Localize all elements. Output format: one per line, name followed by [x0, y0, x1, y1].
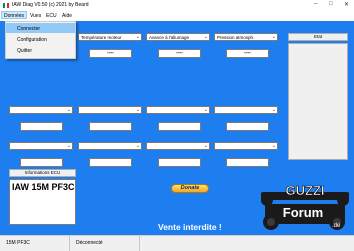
sensor-select-4[interactable]: Pression atmosph. ⌄ [214, 33, 278, 41]
sensor-select-11[interactable]: ⌄ [146, 142, 210, 150]
sensor-select-2[interactable]: Température moteur ⌄ [78, 33, 142, 41]
sensor-select-10[interactable]: ⌄ [78, 142, 142, 150]
menu-vues[interactable]: Vues [30, 13, 41, 19]
ecu-name: IAW 15M PF3C [12, 182, 75, 192]
close-icon[interactable]: ✕ [344, 1, 349, 8]
value-display-10 [89, 158, 132, 167]
sensor-select-3[interactable]: Avance à l'allumage ⌄ [146, 33, 210, 41]
chevron-down-icon: ⌄ [135, 34, 140, 40]
status-bar: 15M PF3C Déconnecté [0, 235, 354, 251]
maximize-icon[interactable]: □ [329, 1, 333, 7]
sensor-select-12[interactable]: ⌄ [214, 142, 278, 150]
chevron-down-icon: ⌄ [203, 107, 208, 113]
logo-text-suffix: .de [332, 223, 341, 229]
value-display-6 [89, 122, 132, 131]
donnees-dropdown-menu: Connecter Configuration Quitter [5, 21, 76, 59]
chevron-down-icon: ⌄ [271, 143, 276, 149]
chevron-down-icon: ⌄ [203, 34, 208, 40]
logo-text-guzzi: GUZZI [286, 183, 325, 198]
menu-donnees[interactable]: Données [1, 11, 28, 19]
value-display-11 [158, 158, 201, 167]
status-ecu: 15M PF3C [0, 236, 70, 251]
sale-notice: Vente interdite ! [158, 222, 222, 232]
menu-item-quitter[interactable]: Quitter [6, 45, 75, 55]
value-display-9 [20, 158, 63, 167]
window-title: IAW Diag V0.50 (c) 2021 by Beard [12, 2, 89, 8]
ecu-info-button[interactable]: Informations ECU [9, 169, 76, 177]
chevron-down-icon: ⌄ [66, 107, 71, 113]
value-display-2: ---- [89, 49, 132, 58]
menu-bar: Données Vues ECU Aide [0, 11, 354, 21]
sensor-select-5[interactable]: ⌄ [9, 106, 73, 114]
donate-button[interactable]: Donate [171, 184, 209, 193]
menu-item-connecter[interactable]: Connecter [6, 23, 75, 33]
value-display-5 [20, 122, 63, 131]
logo-text-forum: Forum [283, 205, 323, 220]
chevron-down-icon: ⌄ [271, 107, 276, 113]
italy-flag-icon [3, 3, 9, 8]
sensor-select-6[interactable]: ⌄ [78, 106, 142, 114]
minimize-icon[interactable]: – [314, 1, 317, 7]
menu-item-configuration[interactable]: Configuration [6, 34, 75, 44]
chevron-down-icon: ⌄ [135, 107, 140, 113]
sensor-select-7[interactable]: ⌄ [146, 106, 210, 114]
value-display-3: ---- [158, 49, 201, 58]
value-display-4: ---- [226, 49, 269, 58]
sensor-select-9[interactable]: ⌄ [9, 142, 73, 150]
etat-panel [288, 43, 348, 160]
ecu-info-box: IAW 15M PF3C [9, 179, 76, 225]
title-bar: IAW Diag V0.50 (c) 2021 by Beard – □ ✕ [0, 0, 354, 11]
etat-button[interactable]: Etat [288, 33, 348, 41]
value-display-12 [226, 158, 269, 167]
status-connection: Déconnecté [70, 236, 140, 251]
value-display-7 [158, 122, 201, 131]
sensor-select-8[interactable]: ⌄ [214, 106, 278, 114]
chevron-down-icon: ⌄ [271, 34, 276, 40]
menu-aide[interactable]: Aide [62, 13, 72, 19]
guzzi-forum-logo: GUZZI Forum .de [261, 183, 349, 230]
menu-ecu[interactable]: ECU [46, 13, 57, 19]
chevron-down-icon: ⌄ [203, 143, 208, 149]
chevron-down-icon: ⌄ [66, 143, 71, 149]
chevron-down-icon: ⌄ [135, 143, 140, 149]
value-display-8 [226, 122, 269, 131]
